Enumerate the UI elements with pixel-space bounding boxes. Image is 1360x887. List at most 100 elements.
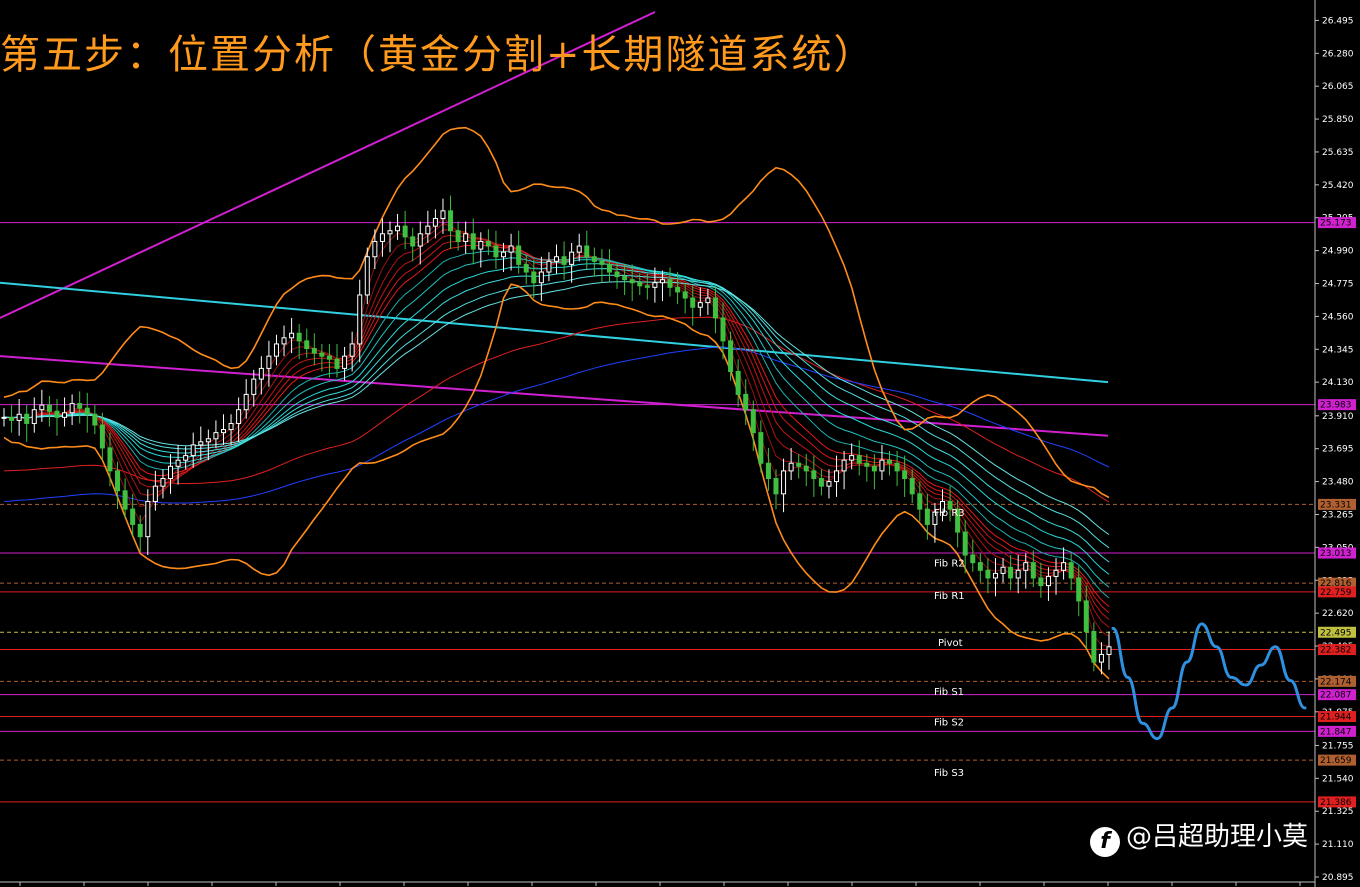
candle-body bbox=[77, 403, 83, 409]
candle-body bbox=[977, 562, 983, 571]
fib-label: Fib S3 bbox=[934, 768, 964, 779]
y-tick-label: 21.325 bbox=[1322, 807, 1354, 817]
slow-blue-ma bbox=[3, 346, 1110, 504]
candle-body bbox=[992, 572, 998, 579]
candle-body bbox=[46, 404, 52, 412]
y-tick-label: 22.620 bbox=[1322, 609, 1354, 619]
candle-body bbox=[463, 233, 469, 242]
candle-body bbox=[9, 416, 15, 421]
candle-body bbox=[516, 245, 522, 265]
candle-body bbox=[584, 245, 590, 258]
candle-body bbox=[296, 332, 302, 342]
candle-body bbox=[614, 271, 620, 278]
price-badge-label: 23.013 bbox=[1320, 549, 1352, 559]
candle-body bbox=[107, 447, 113, 472]
candle-body bbox=[750, 409, 756, 434]
chart-title: 第五步：位置分析（黄金分割+长期隧道系统） bbox=[0, 32, 876, 78]
candle-body bbox=[448, 210, 454, 232]
watermark-text: @吕超助理小莫 bbox=[1126, 822, 1309, 852]
candle-body bbox=[1098, 653, 1104, 663]
bollinger-upper bbox=[3, 126, 1110, 499]
y-tick-label: 24.775 bbox=[1322, 280, 1354, 290]
price-badge-label: 22.759 bbox=[1320, 588, 1352, 598]
candle-body bbox=[319, 352, 325, 357]
candle-body bbox=[62, 412, 68, 418]
ribbon-red-ma bbox=[3, 244, 1110, 607]
candle-body bbox=[1023, 562, 1029, 571]
y-tick-label: 26.495 bbox=[1322, 16, 1354, 26]
candle-body bbox=[561, 256, 567, 265]
candle-body bbox=[1, 416, 7, 419]
y-tick-label: 20.895 bbox=[1322, 873, 1354, 883]
candle-body bbox=[1045, 575, 1051, 587]
candlesticks bbox=[1, 195, 1112, 675]
candle-body bbox=[39, 404, 45, 411]
price-badge-label: 25.173 bbox=[1320, 219, 1352, 229]
candle-body bbox=[440, 210, 446, 219]
candle-body bbox=[334, 358, 340, 369]
candle-body bbox=[712, 297, 718, 319]
price-chart: Fib R3 Fib R2 Fib R1 Pivot Fib S1 Fib S2 Fib S… bbox=[0, 0, 1356, 887]
y-tick-label: 24.990 bbox=[1322, 247, 1354, 257]
candle-body bbox=[455, 230, 461, 242]
fib-label: Fib R1 bbox=[934, 591, 965, 602]
price-badge-label: 22.382 bbox=[1320, 646, 1352, 656]
candle-body bbox=[659, 279, 665, 284]
candle-body bbox=[985, 569, 991, 579]
candle-body bbox=[576, 245, 582, 253]
candle-body bbox=[372, 240, 378, 258]
candle-body bbox=[743, 393, 749, 411]
y-tick-label: 23.910 bbox=[1322, 412, 1354, 422]
price-badge-label: 22.087 bbox=[1320, 691, 1352, 701]
candle-body bbox=[970, 554, 976, 564]
price-badge-label: 22.495 bbox=[1320, 628, 1352, 638]
candle-body bbox=[765, 462, 771, 480]
y-tick-label: 25.420 bbox=[1322, 181, 1354, 191]
candle-body bbox=[281, 337, 287, 345]
candle-body bbox=[554, 256, 559, 262]
candle-body bbox=[99, 424, 105, 449]
candle-body bbox=[508, 245, 514, 253]
candle-body bbox=[501, 251, 507, 258]
fib-label: Fib R2 bbox=[934, 559, 965, 570]
horizontal-levels bbox=[0, 222, 1315, 803]
candle-body bbox=[849, 455, 855, 461]
price-badge-label: 21.659 bbox=[1320, 756, 1352, 766]
candle-body bbox=[675, 286, 681, 293]
candle-body bbox=[289, 332, 295, 339]
candle-body bbox=[326, 355, 332, 360]
candle-body bbox=[92, 413, 98, 426]
candle-body bbox=[1076, 577, 1082, 602]
candle-body bbox=[251, 378, 257, 395]
candle-body bbox=[871, 465, 877, 472]
candle-body bbox=[425, 225, 431, 235]
candle-body bbox=[137, 523, 143, 538]
candle-body bbox=[410, 236, 416, 247]
candle-body bbox=[826, 481, 832, 487]
candle-body bbox=[728, 340, 734, 372]
price-badge-label: 21.386 bbox=[1320, 798, 1352, 808]
candle-body bbox=[591, 256, 597, 262]
candle-body bbox=[531, 271, 537, 284]
candle-body bbox=[304, 340, 310, 350]
candle-body bbox=[788, 462, 794, 472]
candle-body bbox=[803, 465, 809, 472]
candle-body bbox=[834, 470, 840, 483]
zhihu-logo-icon: f bbox=[1090, 827, 1120, 857]
candle-body bbox=[1068, 562, 1074, 579]
candle-body bbox=[652, 282, 658, 288]
candle-body bbox=[1008, 566, 1014, 579]
candle-body bbox=[917, 493, 923, 510]
candle-body bbox=[909, 478, 915, 495]
candle-body bbox=[1106, 646, 1112, 655]
candle-body bbox=[432, 217, 438, 227]
candle-body bbox=[311, 348, 317, 354]
candle-body bbox=[16, 413, 22, 421]
candle-body bbox=[54, 410, 60, 418]
candle-body bbox=[198, 441, 204, 446]
y-tick-label: 23.265 bbox=[1322, 510, 1354, 520]
candle-body bbox=[841, 459, 847, 472]
candle-body bbox=[887, 459, 893, 464]
candle-body bbox=[962, 531, 968, 556]
candle-body bbox=[183, 455, 189, 461]
